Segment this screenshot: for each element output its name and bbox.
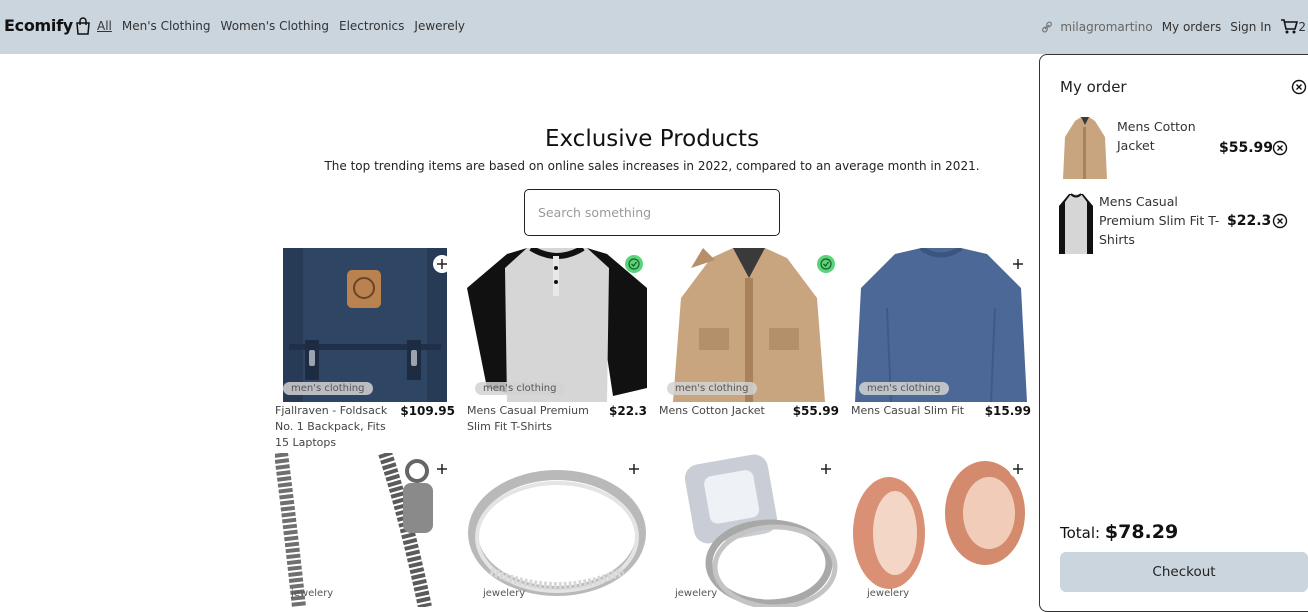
- close-panel-button[interactable]: [1291, 79, 1307, 99]
- order-item-name: Mens Casual Premium Slim Fit T-Shirts: [1099, 194, 1220, 247]
- order-panel-title: My order: [1060, 78, 1127, 96]
- cart-icon: [1281, 19, 1299, 34]
- plus-icon: [437, 259, 447, 269]
- add-to-cart-button[interactable]: [433, 255, 451, 273]
- order-item-image: [1059, 192, 1093, 254]
- my-orders-link[interactable]: My orders: [1162, 20, 1222, 34]
- product-card[interactable]: jewelery: [851, 453, 1031, 607]
- total-label: Total:: [1060, 524, 1101, 542]
- sign-in-link[interactable]: Sign In: [1230, 20, 1271, 34]
- product-card[interactable]: men's clothing Mens Cotton Jacket $55.99: [659, 248, 839, 419]
- product-card[interactable]: men's clothing Mens Casual Slim Fit $15.…: [851, 248, 1031, 419]
- product-card[interactable]: men's clothing Mens Casual Premium Slim …: [467, 248, 647, 435]
- shopping-bag-icon: [76, 16, 90, 35]
- total-value: $78.29: [1104, 521, 1179, 543]
- category-badge: jewelery: [291, 588, 334, 599]
- category-badge: jewelery: [675, 588, 718, 599]
- product-image-ring[interactable]: jewelery: [467, 453, 647, 607]
- product-image-backpack[interactable]: men's clothing: [275, 248, 455, 402]
- nav-link-mens-clothing[interactable]: Men's Clothing: [122, 19, 211, 33]
- checkout-button[interactable]: Checkout: [1060, 552, 1308, 592]
- nav-link-womens-clothing[interactable]: Women's Clothing: [221, 19, 329, 33]
- product-card[interactable]: men's clothing Fjallraven - Foldsack No.…: [275, 248, 455, 451]
- plus-icon: [1013, 259, 1023, 269]
- plus-icon: [437, 464, 447, 474]
- brand-logo[interactable]: Ecomify: [4, 16, 91, 35]
- close-circle-icon: [1272, 140, 1288, 156]
- nav-link-all[interactable]: All: [97, 19, 112, 33]
- product-name[interactable]: Mens Casual Premium Slim Fit T-Shirts: [467, 403, 595, 435]
- nav-right: milagromartino My orders Sign In 2: [1042, 18, 1306, 35]
- product-image-tshirt[interactable]: men's clothing: [467, 248, 647, 402]
- product-card[interactable]: jewelery: [467, 453, 647, 607]
- check-circle-icon: [820, 258, 832, 270]
- close-circle-icon: [1272, 213, 1288, 229]
- in-cart-indicator[interactable]: [817, 255, 835, 273]
- product-image-diamond-ring[interactable]: jewelery: [659, 453, 839, 607]
- category-badge: jewelery: [483, 588, 526, 599]
- add-to-cart-button[interactable]: [1009, 255, 1027, 273]
- add-to-cart-button[interactable]: [1009, 460, 1027, 478]
- order-item: Mens Casual Premium Slim Fit T-Shirts $2…: [1059, 192, 1304, 254]
- in-cart-indicator[interactable]: [625, 255, 643, 273]
- product-price: $109.95: [400, 404, 455, 418]
- category-badge: men's clothing: [283, 382, 373, 395]
- product-image-jacket[interactable]: men's clothing: [659, 248, 839, 402]
- product-card[interactable]: jewelery: [659, 453, 839, 607]
- remove-item-button[interactable]: [1272, 140, 1288, 160]
- user-account[interactable]: milagromartino: [1042, 19, 1153, 34]
- order-item: Mens Cotton Jacket $55.99: [1059, 117, 1304, 179]
- product-price: $55.99: [792, 404, 839, 418]
- product-image-tunnel-plugs[interactable]: jewelery: [851, 453, 1031, 607]
- cart-button[interactable]: 2: [1280, 18, 1306, 35]
- category-badge: men's clothing: [667, 382, 757, 395]
- product-name[interactable]: Mens Casual Slim Fit: [851, 403, 979, 419]
- add-to-cart-button[interactable]: [625, 460, 643, 478]
- product-price: $22.3: [609, 404, 647, 418]
- link-icon: [1042, 21, 1053, 32]
- plus-icon: [1013, 464, 1023, 474]
- order-item-price: $55.99: [1219, 140, 1274, 156]
- brand-name: Ecomify: [4, 16, 73, 35]
- category-badge: men's clothing: [859, 382, 949, 395]
- check-circle-icon: [628, 258, 640, 270]
- order-item-price: $22.3: [1227, 213, 1272, 229]
- category-nav: All Men's Clothing Women's Clothing Elec…: [97, 19, 465, 33]
- product-image-longsleeve[interactable]: men's clothing: [851, 248, 1031, 402]
- product-name[interactable]: Fjallraven - Foldsack No. 1 Backpack, Fi…: [275, 403, 400, 451]
- category-badge: jewelery: [867, 588, 910, 599]
- plus-icon: [821, 464, 831, 474]
- product-price: $15.99: [984, 404, 1031, 418]
- product-card[interactable]: jewelery: [275, 453, 455, 607]
- username: milagromartino: [1060, 19, 1153, 34]
- nav-link-electronics[interactable]: Electronics: [339, 19, 404, 33]
- nav-link-jewelery[interactable]: Jewerely: [414, 19, 465, 33]
- product-image-bracelet[interactable]: jewelery: [275, 453, 455, 607]
- cart-count: 2: [1298, 19, 1306, 34]
- close-circle-icon: [1291, 79, 1307, 95]
- search-input[interactable]: [524, 189, 780, 236]
- order-total: Total: $78.29: [1060, 521, 1178, 543]
- plus-icon: [629, 464, 639, 474]
- order-panel: My order Mens Cotton Jacket $55.99 Mens …: [1039, 54, 1308, 612]
- order-item-image: [1059, 117, 1111, 179]
- product-name[interactable]: Mens Cotton Jacket: [659, 403, 787, 419]
- add-to-cart-button[interactable]: [817, 460, 835, 478]
- category-badge: men's clothing: [475, 382, 565, 395]
- navbar: Ecomify All Men's Clothing Women's Cloth…: [0, 0, 1308, 54]
- add-to-cart-button[interactable]: [433, 460, 451, 478]
- order-item-name: Mens Cotton Jacket: [1117, 119, 1196, 153]
- remove-item-button[interactable]: [1272, 213, 1288, 233]
